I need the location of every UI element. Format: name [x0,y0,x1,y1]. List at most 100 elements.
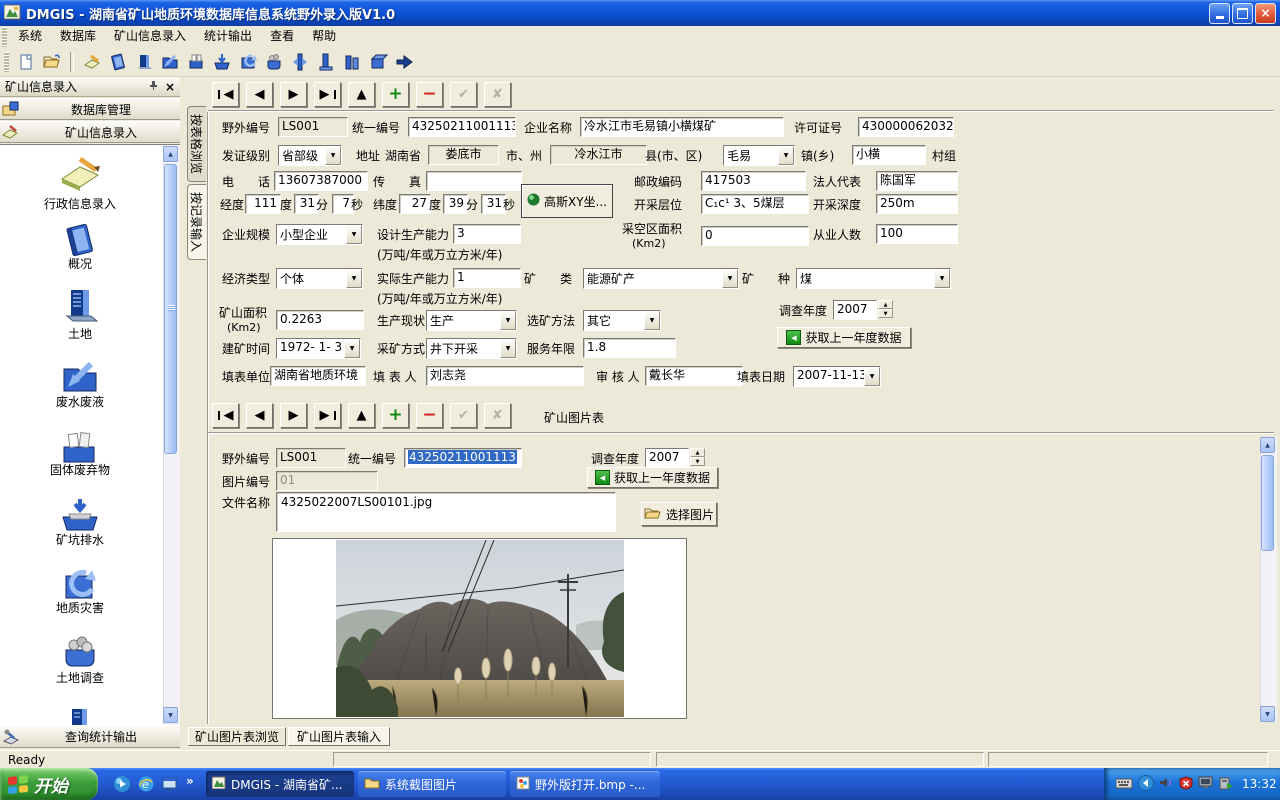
toolbar-box-icon[interactable] [367,51,389,73]
sidebar-close-icon[interactable]: × [165,80,175,94]
quicklaunch-desktop-icon[interactable] [160,774,180,794]
toolbar-wastewater-icon[interactable] [159,51,181,73]
pic-survey-year-value[interactable]: 2007 [645,448,689,468]
nav1-next-button[interactable]: ▶ [280,82,307,107]
dropdown-icon[interactable]: ▼ [722,269,738,288]
sidebar-scroll-down-icon[interactable]: ▼ [163,707,178,723]
taskbar-task-folder[interactable]: 系统截图图片 [358,771,506,797]
nav2-top-button[interactable]: ▲ [348,403,375,428]
gauss-xy-button[interactable]: 高斯XY坐... [521,184,613,218]
dropdown-icon[interactable]: ▼ [346,225,362,244]
building-partial-icon[interactable] [46,705,114,725]
mine-kind-combo[interactable]: 煤▼ [796,268,951,289]
tab-picture-input[interactable]: 矿山图片表输入 [288,727,390,746]
legal-rep-input[interactable]: 陈国军 [876,171,958,191]
dressing-combo[interactable]: 其它▼ [583,310,661,331]
design-cap-input[interactable]: 3 [453,224,521,244]
sidebar-item-geohazard[interactable]: 地质灾害 [15,601,145,616]
nav2-delete-button[interactable]: − [416,403,443,428]
toolbar-landsurvey-icon[interactable] [263,51,285,73]
tray-clock[interactable]: 13:32 [1242,777,1277,791]
pin-icon[interactable] [148,80,159,94]
dropdown-icon[interactable]: ▼ [346,269,362,288]
prod-status-combo[interactable]: 生产▼ [426,310,517,331]
restore-button[interactable] [1232,3,1253,24]
phone-input[interactable]: 13607387000 [274,171,368,191]
tray-database-icon[interactable] [1219,776,1234,793]
sidebar-group-database[interactable]: 数据库管理 [0,98,180,120]
mining-depth-input[interactable]: 250m [876,194,958,214]
toolbar-geohazard-icon[interactable] [237,51,259,73]
close-button[interactable]: × [1255,3,1276,24]
sidebar-item-land[interactable]: 土地 [15,327,145,342]
drainage-icon[interactable] [46,497,114,536]
nav1-prev-button[interactable]: ◀ [246,82,273,107]
menu-database[interactable]: 数据库 [51,26,105,47]
tray-language-icon[interactable] [1138,775,1154,794]
sidebar-item-solid-waste[interactable]: 固体废弃物 [15,463,145,478]
sidebar-item-admin-info[interactable]: 行政信息录入 [15,197,145,212]
toolbar-admin-icon[interactable] [81,51,103,73]
content-scroll-thumb[interactable] [1261,455,1274,551]
quicklaunch-ie-icon[interactable]: e [136,774,156,794]
mine-area-input[interactable]: 0.2263 [276,310,364,330]
tray-shield-icon[interactable] [1179,776,1193,793]
company-input[interactable]: 冷水江市毛易镇小横煤矿 [580,117,784,137]
tab-record-input[interactable]: 按记录输入 [187,184,206,260]
town-input[interactable]: 小横 [852,145,926,165]
field-no-input[interactable]: LS001 [278,117,348,137]
toolbar-towers-icon[interactable] [341,51,363,73]
taskbar-task-dmgis[interactable]: DMGIS - 湖南省矿... [206,771,354,797]
nav1-post-button[interactable]: ✔ [450,82,477,107]
minimize-button[interactable] [1209,3,1230,24]
auditor-input[interactable]: 戴长华 [645,366,743,386]
pic-no-input[interactable]: 01 [276,471,378,491]
splitter[interactable] [180,77,186,750]
start-button[interactable]: 开始 [0,768,98,800]
dropdown-icon[interactable]: ▼ [778,146,794,165]
lon-deg-input[interactable]: 111 [245,194,281,214]
menu-view[interactable]: 查看 [261,26,303,47]
fill-date-combo[interactable]: 2007-11-13▼ [793,366,881,387]
toolbar-monument-icon[interactable] [315,51,337,73]
pic-survey-year-spinner[interactable]: 2007 ▲▼ [645,448,705,468]
spin-down-icon[interactable]: ▼ [878,309,893,318]
mine-class-combo[interactable]: 能源矿产▼ [583,268,739,289]
spin-down-icon[interactable]: ▼ [690,457,705,466]
unified-no-input[interactable]: 43250211001113 [408,117,516,137]
content-scroll-up-icon[interactable]: ▲ [1260,437,1275,453]
nav1-delete-button[interactable]: − [416,82,443,107]
sidebar-group-query-output[interactable]: 查询统计输出 [0,725,180,748]
sidebar-scroll-thumb[interactable] [164,164,177,454]
dropdown-icon[interactable]: ▼ [934,269,950,288]
dropdown-icon[interactable]: ▼ [644,311,660,330]
open-icon[interactable] [41,51,63,73]
sidebar-item-drainage[interactable]: 矿坑排水 [15,533,145,548]
fax-input[interactable] [426,171,522,191]
dropdown-icon[interactable]: ▼ [500,311,516,330]
service-years-input[interactable]: 1.8 [583,338,676,358]
dropdown-icon[interactable]: ▼ [864,367,880,386]
sidebar-scroll-up-icon[interactable]: ▲ [163,146,178,162]
nav1-top-button[interactable]: ▲ [348,82,375,107]
quicklaunch-player-icon[interactable] [112,774,132,794]
county-combo[interactable]: 毛易▼ [723,145,795,166]
econ-type-combo[interactable]: 个体▼ [276,268,363,289]
tray-monitor-icon[interactable] [1198,776,1214,792]
actual-cap-input[interactable]: 1 [453,268,521,288]
pic-field-no-input[interactable]: LS001 [276,448,346,468]
quicklaunch-chevron-icon[interactable]: » [186,774,194,788]
file-name-input[interactable]: 4325022007LS00101.jpg [276,492,616,532]
menu-mine-entry[interactable]: 矿山信息录入 [105,26,195,47]
menu-stats-output[interactable]: 统计输出 [195,26,261,47]
taskbar-task-bmp[interactable]: 野外版打开.bmp -... [510,771,660,797]
toolbar-solidwaste-icon[interactable] [185,51,207,73]
nav2-last-button[interactable]: ▶ [314,403,341,428]
license-input[interactable]: 4300000620321 [858,117,954,137]
nav2-post-button[interactable]: ✔ [450,403,477,428]
built-time-combo[interactable]: 1972- 1- 3▼ [276,338,361,359]
nav1-last-button[interactable]: ▶ [314,82,341,107]
scale-combo[interactable]: 小型企业▼ [276,224,363,245]
cert-level-combo[interactable]: 省部级▼ [278,145,342,166]
admin-info-icon[interactable] [46,153,114,198]
